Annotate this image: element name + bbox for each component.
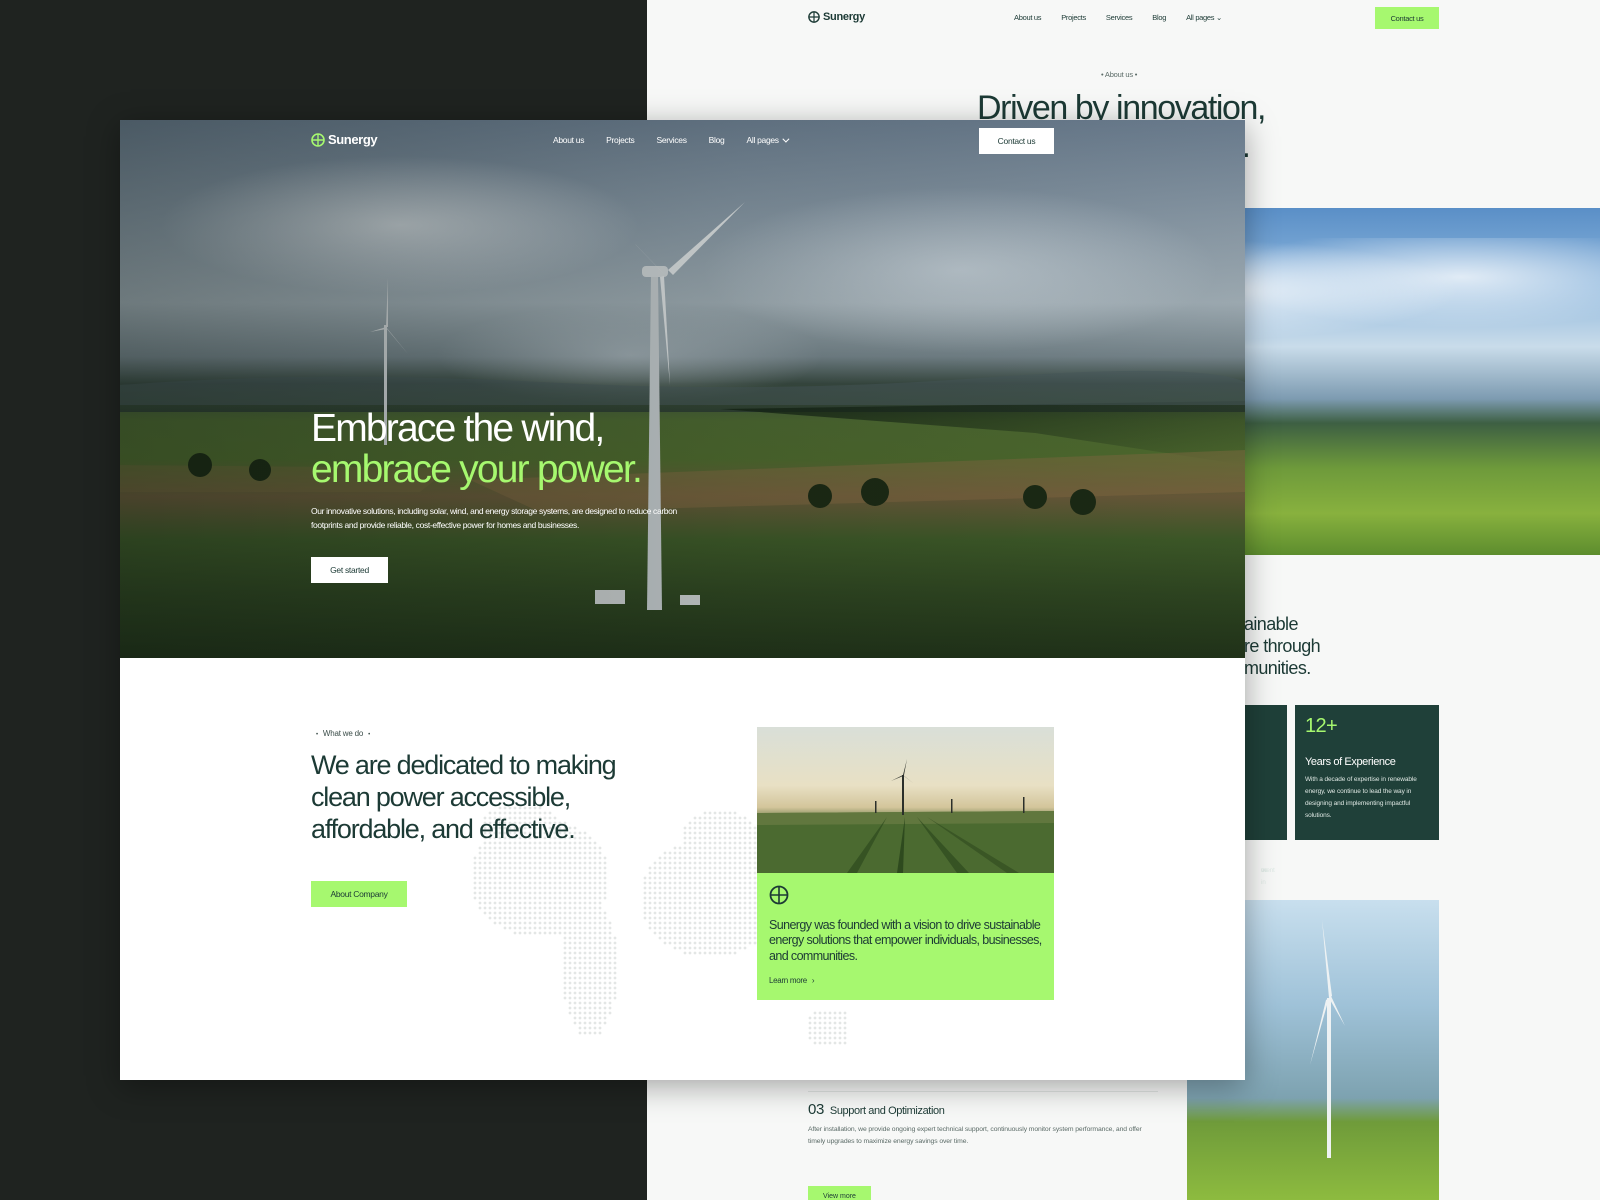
heading-line: clean power accessible, xyxy=(311,782,571,813)
heading-line: We are dedicated to making xyxy=(311,750,617,780)
nav-projects[interactable]: Projects xyxy=(606,135,635,145)
hero-description: Our innovative solutions, including sola… xyxy=(311,506,677,530)
back-logo[interactable]: Sunergy xyxy=(808,11,865,23)
nav-all-pages[interactable]: All pages xyxy=(746,135,790,145)
arrow-right-icon: › xyxy=(811,976,815,986)
back-logo-text: Sunergy xyxy=(823,11,865,23)
learn-more-label: Learn more xyxy=(769,976,807,986)
front-nav-menu: About us Projects Services Blog All page… xyxy=(553,135,790,145)
back-nav-menu: About us Projects Services Blog All page… xyxy=(1014,13,1222,22)
back-process-steps: efficiently, ensuring optimal performanc… xyxy=(808,1072,1158,1148)
field-turbines-photo xyxy=(757,727,1054,873)
vision-card-text: Sunergy was founded with a vision to dri… xyxy=(769,918,1042,963)
back-mission-text: ainable re through munities. xyxy=(1244,614,1321,680)
back-nav-all-pages-label: All pages xyxy=(1186,13,1215,22)
step-description: After installation, we provide ongoing e… xyxy=(808,1126,1142,1146)
stat-number: 12+ xyxy=(1305,715,1338,737)
hero-title-line1: Embrace the wind, xyxy=(311,407,605,450)
back-eyebrow-label: About us xyxy=(1104,70,1133,79)
learn-more-link[interactable]: Learn more › xyxy=(769,976,1042,985)
what-we-do-eyebrow: What we do xyxy=(311,729,375,738)
back-nav-blog[interactable]: Blog xyxy=(1152,13,1166,22)
nav-blog[interactable]: Blog xyxy=(709,135,725,145)
partial-line: ce in xyxy=(1261,867,1268,887)
back-contact-button[interactable]: Contact us xyxy=(1375,7,1439,29)
field-illustration xyxy=(757,759,1054,873)
back-nav-all-pages[interactable]: All pages ⌄ xyxy=(1186,13,1222,22)
heading-line: affordable, and effective. xyxy=(311,814,576,845)
front-logo[interactable]: Sunergy xyxy=(311,132,378,147)
about-company-button[interactable]: About Company xyxy=(311,881,407,907)
sunergy-logo-icon xyxy=(808,11,820,23)
section-heading: We are dedicated to making clean power a… xyxy=(311,749,617,845)
get-started-button[interactable]: Get started xyxy=(311,557,388,583)
nav-all-pages-label: All pages xyxy=(746,135,779,145)
front-logo-text: Sunergy xyxy=(328,132,378,147)
vision-card-body: Sunergy was founded with a vision to dri… xyxy=(757,873,1054,1000)
step-header: 03 Support and Optimization xyxy=(808,1101,1158,1118)
back-mission-line: re through xyxy=(1244,635,1321,656)
back-stat-card: 12+ Years of Experience With a decade of… xyxy=(1287,705,1439,840)
back-nav-services[interactable]: Services xyxy=(1106,13,1133,22)
sunergy-logo-icon xyxy=(311,132,325,147)
back-eyebrow: • About us • xyxy=(1101,70,1138,79)
stat-description: With a decade of expertise in renewable … xyxy=(1305,776,1417,820)
vision-card: Sunergy was founded with a vision to dri… xyxy=(757,727,1054,1000)
view-more-button[interactable]: View more xyxy=(808,1186,871,1200)
divider xyxy=(808,1091,1158,1093)
front-page-preview: Sunergy About us Projects Services Blog … xyxy=(120,120,1245,1080)
step-title: Support and Optimization xyxy=(829,1105,945,1118)
back-mission-line: munities. xyxy=(1244,657,1311,678)
back-nav-about[interactable]: About us xyxy=(1014,13,1042,22)
chevron-down-icon: ⌄ xyxy=(1216,13,1223,22)
hero-title: Embrace the wind, embrace your power. xyxy=(311,407,643,491)
back-mission-line: ainable xyxy=(1244,614,1298,634)
back-stat-card-partial: ment ve ce in xyxy=(1245,705,1287,886)
back-navbar: Sunergy About us Projects Services Blog … xyxy=(647,0,1600,36)
nav-services[interactable]: Services xyxy=(656,135,687,145)
back-nav-projects[interactable]: Projects xyxy=(1061,13,1086,22)
step-number: 03 xyxy=(808,1101,824,1119)
nav-about-us[interactable]: About us xyxy=(553,135,584,145)
what-we-do-section: What we do We are dedicated to making cl… xyxy=(120,658,1245,1080)
hero-title-line2: embrace your power. xyxy=(311,447,643,491)
stat-label: Years of Experience xyxy=(1305,756,1396,768)
sunergy-logo-icon xyxy=(769,885,789,905)
contact-us-button[interactable]: Contact us xyxy=(979,128,1054,154)
hero-section: Sunergy About us Projects Services Blog … xyxy=(120,120,1245,658)
